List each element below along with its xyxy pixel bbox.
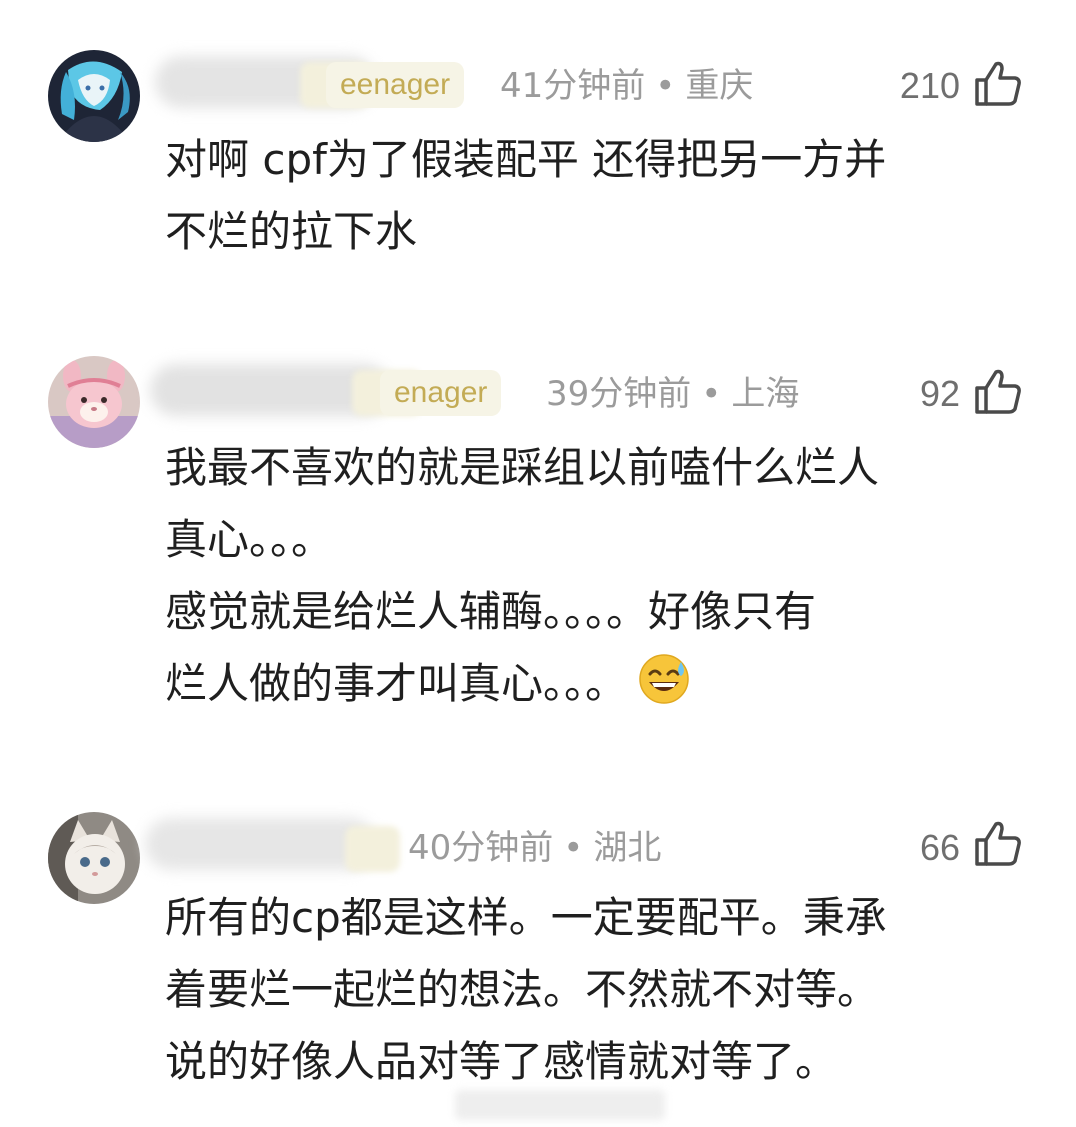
username-blurred[interactable] [145,818,375,870]
meta-separator: • [701,374,722,414]
like-count: 92 [919,373,960,414]
comment-location: 湖北 [593,828,662,868]
comment-body: 我最不喜欢的就是踩组以前嗑什么烂人 真心。。。 感觉就是给烂人辅酶。。。。好像只… [165,432,1035,720]
user-badge: enager [380,370,502,416]
like-count: 210 [899,65,960,106]
comment-location: 上海 [731,374,800,414]
comment-line: 我最不喜欢的就是踩组以前嗑什么烂人 [165,443,880,492]
comment-body: 对啊 cpf为了假装配平 还得把另一方并 不烂的拉下水 [165,124,1035,268]
user-avatar[interactable] [48,812,140,904]
comment-time: 40分钟前 [408,828,554,868]
comment-time: 39分钟前 [546,374,692,414]
comment-line: 不烂的拉下水 [165,207,418,256]
comment-line: 真心。。。 [165,515,334,564]
thumbs-up-icon[interactable] [972,818,1024,870]
user-avatar[interactable] [48,50,140,142]
comment-meta: 41分钟前 • 重庆 [500,64,753,108]
thumbs-up-icon[interactable] [972,58,1024,110]
comment-line: 对啊 cpf为了假装配平 还得把另一方并 [165,135,887,184]
thumbs-up-icon[interactable] [972,366,1024,418]
comment-meta: 39分钟前 • 上海 [546,372,799,416]
badge-blur [345,826,400,872]
comment-meta: 40分钟前 • 湖北 [408,826,661,870]
user-badge: eenager [326,62,465,108]
comment-time: 41分钟前 [500,66,646,106]
user-avatar[interactable] [48,356,140,448]
comment-line: 所有的cp都是这样。一定要配平。秉承 [165,893,887,942]
comment-line: 烂人做的事才叫真心。。。 [165,648,1035,720]
comment-location: 重庆 [685,66,754,106]
like-count: 66 [919,827,960,868]
meta-separator: • [655,66,676,106]
meta-separator: • [563,828,584,868]
comment-line: 感觉就是给烂人辅酶。。。。好像只有 [165,587,817,636]
comment-body: 所有的cp都是这样。一定要配平。秉承 着要烂一起烂的想法。不然就不对等。 说的好… [165,882,1035,1098]
comment-line-text: 烂人做的事才叫真心。。。 [165,659,628,708]
comment-line: 说的好像人品对等了感情就对等了。 [165,1037,838,1086]
sweat-smile-emoji-icon [637,652,691,706]
watermark-blur [455,1090,665,1120]
comment-line: 着要烂一起烂的想法。不然就不对等。 [165,965,880,1014]
